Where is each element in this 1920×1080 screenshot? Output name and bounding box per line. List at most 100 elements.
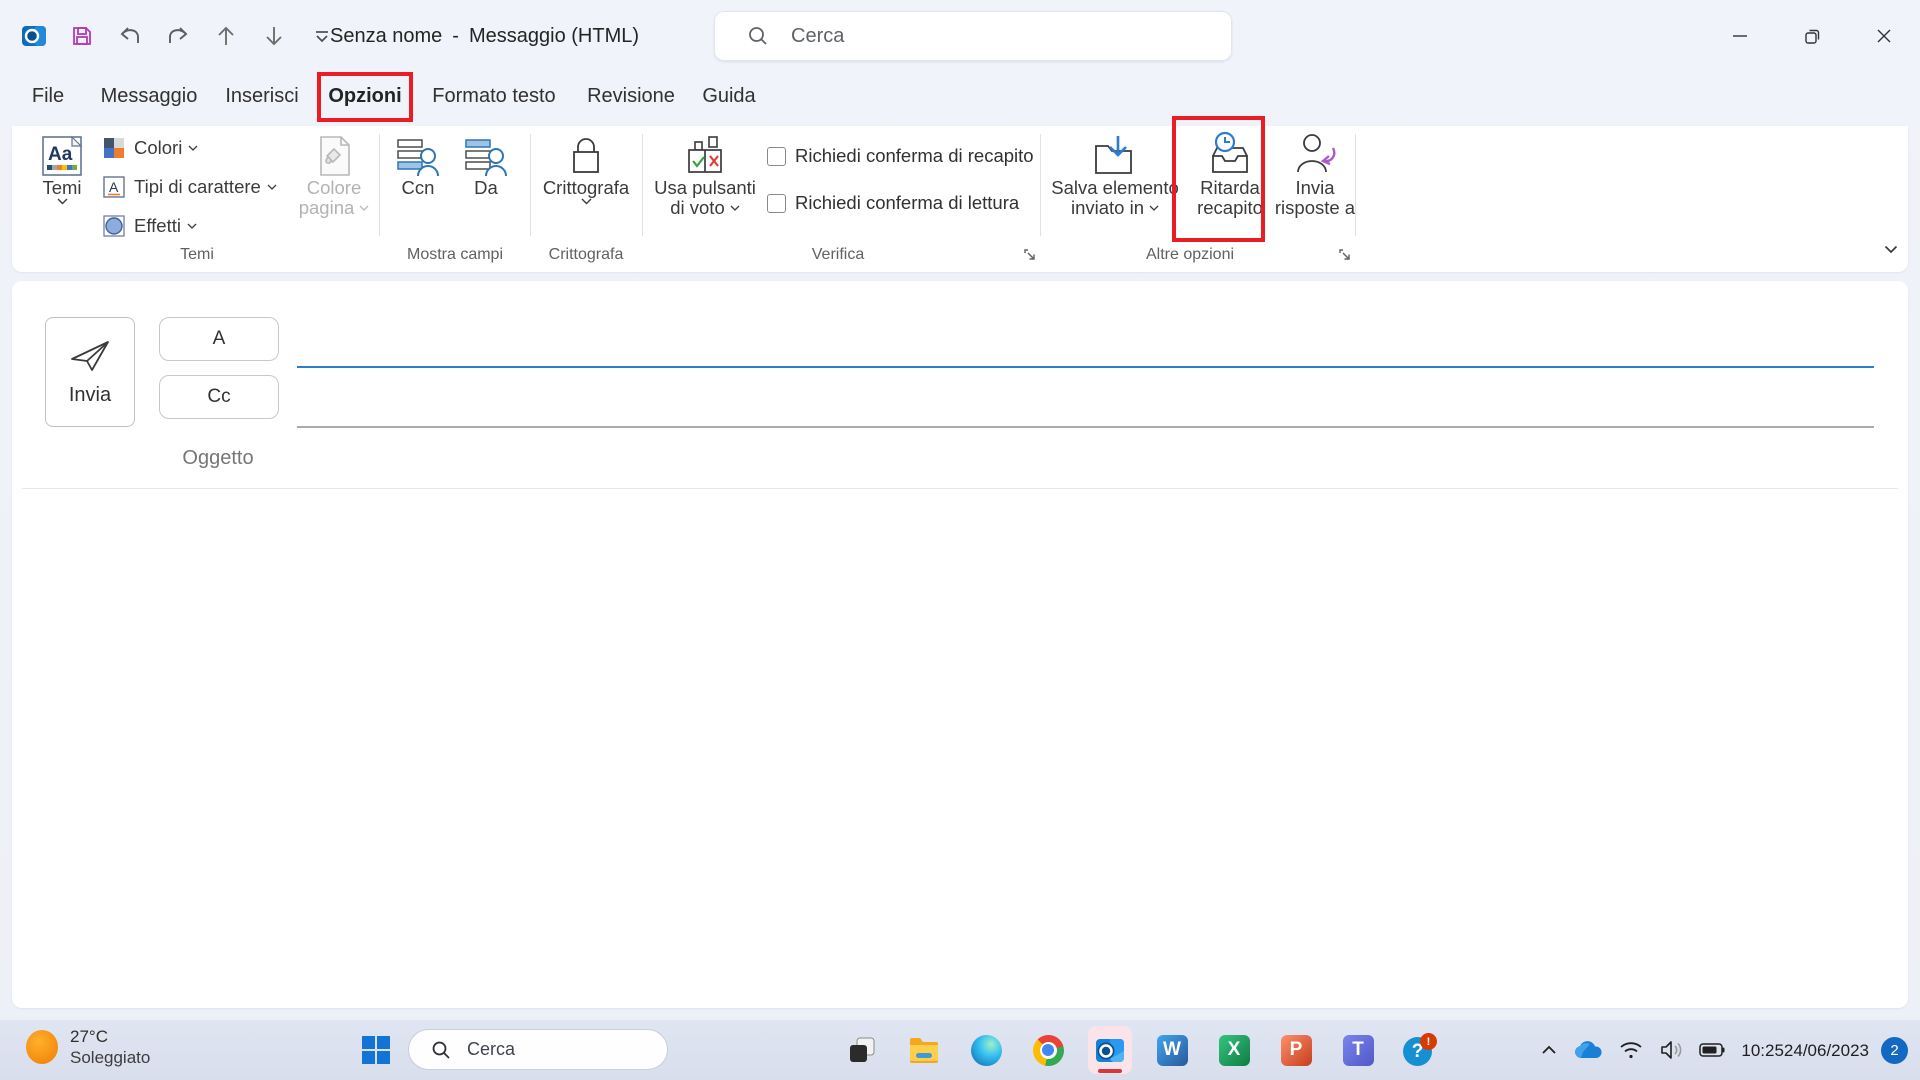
weather-temperature: 27°C <box>70 1026 150 1047</box>
active-tab-indicator <box>331 118 398 122</box>
chevron-down-icon <box>581 198 592 205</box>
ribbon: Aa Temi Colori A Tipi di carattere <box>12 126 1908 272</box>
tab-messaggio[interactable]: Messaggio <box>101 72 198 120</box>
search-placeholder: Cerca <box>467 1039 515 1060</box>
undo-button[interactable] <box>116 22 144 50</box>
search-placeholder: Cerca <box>791 25 844 48</box>
outlook-icon <box>1094 1034 1126 1066</box>
redo-button[interactable] <box>164 22 192 50</box>
teams-button[interactable]: T <box>1336 1026 1380 1074</box>
voting-buttons-icon <box>682 128 728 178</box>
powerpoint-button[interactable]: P <box>1274 1026 1318 1074</box>
themes-icon: Aa <box>40 128 84 178</box>
taskbar-search-box[interactable]: Cerca <box>408 1029 668 1070</box>
chevron-down-icon <box>1149 205 1159 211</box>
battery-icon <box>1699 1043 1725 1057</box>
save-sent-item-folder-icon <box>1091 128 1139 178</box>
volume-button[interactable] <box>1651 1030 1691 1070</box>
message-compose-area: Invia A Cc Oggetto <box>12 281 1908 1008</box>
move-up-button[interactable] <box>212 22 240 50</box>
group-separator <box>530 134 531 236</box>
chevron-down-icon <box>730 205 740 211</box>
weather-widget[interactable]: 27°C Soleggiato <box>26 1026 150 1068</box>
richiedi-conferma-recapito-checkbox[interactable]: Richiedi conferma di recapito <box>767 145 1034 167</box>
group-label-verifica: Verifica <box>812 243 864 267</box>
usa-pulsanti-di-voto-button[interactable]: Usa pulsanti di voto <box>650 128 760 246</box>
collapse-ribbon-button[interactable] <box>1880 238 1902 260</box>
chevron-down-icon <box>1884 245 1898 254</box>
task-view-icon <box>847 1035 877 1065</box>
ritarda-recapito-button[interactable]: Ritarda recapito <box>1185 128 1275 246</box>
cc-field-input[interactable] <box>297 426 1874 428</box>
get-help-button[interactable]: ? ! <box>1398 1026 1442 1074</box>
page-color-icon <box>313 128 355 178</box>
group-separator <box>1040 134 1041 236</box>
direct-replies-person-icon <box>1291 128 1339 178</box>
excel-icon: X <box>1219 1035 1250 1066</box>
group-label-altre-opzioni: Altre opzioni <box>1146 243 1234 267</box>
da-button[interactable]: Da <box>455 128 517 246</box>
temi-button[interactable]: Aa Temi <box>24 128 100 246</box>
altre-opzioni-dialog-launcher-icon[interactable] <box>1335 245 1355 265</box>
tab-revisione[interactable]: Revisione <box>587 72 675 120</box>
onedrive-button[interactable] <box>1565 1030 1611 1070</box>
salva-elemento-inviato-in-button[interactable]: Salva elemento inviato in <box>1042 128 1188 246</box>
encrypt-lock-icon <box>566 128 606 178</box>
tab-inserisci[interactable]: Inserisci <box>225 72 298 120</box>
excel-button[interactable]: X <box>1212 1026 1256 1074</box>
tab-file[interactable]: File <box>32 72 64 120</box>
chrome-button[interactable] <box>1026 1026 1070 1074</box>
svg-text:A: A <box>109 179 119 195</box>
send-button[interactable]: Invia <box>45 317 135 427</box>
header-body-divider <box>22 488 1898 489</box>
crittografa-button[interactable]: Crittografa <box>536 128 636 246</box>
taskbar-app-icons: W X P T ? ! <box>840 1025 1442 1075</box>
search-icon <box>431 1040 451 1060</box>
group-separator <box>1355 134 1356 236</box>
task-view-button[interactable] <box>840 1026 884 1074</box>
weather-condition: Soleggiato <box>70 1047 150 1068</box>
battery-button[interactable] <box>1691 1030 1733 1070</box>
clock-widget[interactable]: 10:25 24/06/2023 <box>1733 1030 1877 1070</box>
minimize-button[interactable] <box>1704 0 1776 72</box>
title-separator: - <box>452 25 459 48</box>
date: 24/06/2023 <box>1784 1040 1869 1061</box>
outlook-button[interactable] <box>1088 1026 1132 1074</box>
verifica-dialog-launcher-icon[interactable] <box>1020 245 1040 265</box>
invia-risposte-a-button[interactable]: Invia risposte a <box>1270 128 1360 246</box>
notification-count-badge[interactable]: 2 <box>1881 1037 1908 1064</box>
word-button[interactable]: W <box>1150 1026 1194 1074</box>
to-button[interactable]: A <box>159 317 279 361</box>
ribbon-tab-row: File Messaggio Inserisci Opzioni Formato… <box>0 72 1920 126</box>
save-button[interactable] <box>68 22 96 50</box>
move-down-button[interactable] <box>260 22 288 50</box>
wifi-button[interactable] <box>1611 1030 1651 1070</box>
titlebar-search-box[interactable]: Cerca <box>714 11 1232 61</box>
checkbox-icon <box>767 147 786 166</box>
file-explorer-button[interactable] <box>902 1026 946 1074</box>
search-icon <box>747 25 769 47</box>
restore-button[interactable] <box>1776 0 1848 72</box>
svg-text:Aa: Aa <box>48 144 73 165</box>
to-field-input[interactable] <box>297 366 1874 368</box>
cc-button[interactable]: Cc <box>159 375 279 419</box>
outlook-logo-icon <box>20 22 48 50</box>
close-button[interactable] <box>1848 0 1920 72</box>
edge-button[interactable] <box>964 1026 1008 1074</box>
tab-formato-testo[interactable]: Formato testo <box>432 72 555 120</box>
effetti-button[interactable]: Effetti <box>102 208 197 244</box>
start-button[interactable] <box>360 1034 392 1066</box>
tipi-di-carattere-button[interactable]: A Tipi di carattere <box>102 169 277 205</box>
richiedi-conferma-lettura-checkbox[interactable]: Richiedi conferma di lettura <box>767 192 1019 214</box>
tab-opzioni[interactable]: Opzioni <box>328 72 401 120</box>
chevron-down-icon <box>188 145 198 151</box>
group-label-mostra-campi: Mostra campi <box>407 243 503 267</box>
alert-badge-icon: ! <box>1420 1033 1437 1050</box>
colori-button[interactable]: Colori <box>102 130 198 166</box>
tab-guida[interactable]: Guida <box>702 72 755 120</box>
chevron-down-icon <box>267 184 277 190</box>
document-type: Messaggio (HTML) <box>469 25 639 48</box>
message-body-input[interactable] <box>22 491 1898 998</box>
hidden-icons-button[interactable] <box>1533 1030 1565 1070</box>
ccn-button[interactable]: Ccn <box>387 128 449 246</box>
